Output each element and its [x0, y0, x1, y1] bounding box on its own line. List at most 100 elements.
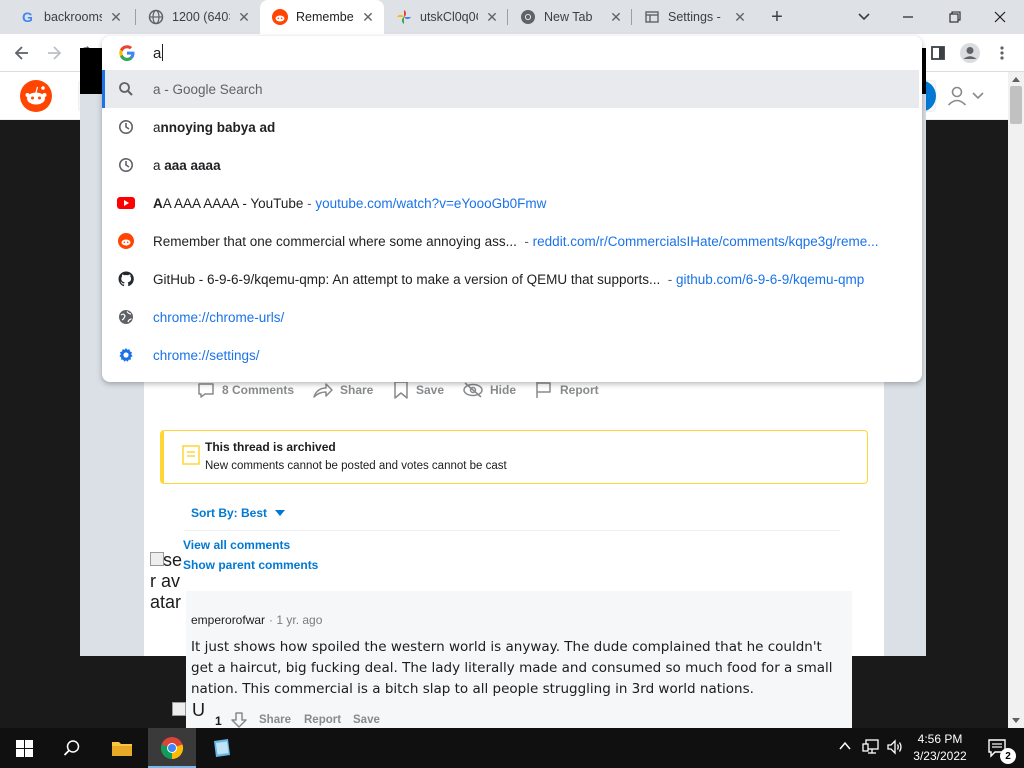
- user-dropdown[interactable]: [946, 84, 990, 108]
- chevron-down-icon: [972, 92, 984, 100]
- forward-button[interactable]: [38, 37, 70, 69]
- history-icon: [116, 117, 136, 137]
- tab-strip: G backrooms ✕ 1200 (640× ✕ Remember ✕ ut…: [0, 0, 1024, 34]
- close-tab-icon[interactable]: ✕: [608, 9, 624, 25]
- start-button[interactable]: [0, 728, 48, 768]
- comment-share-button[interactable]: Share: [259, 714, 291, 726]
- app-taskbar-button[interactable]: [198, 728, 246, 768]
- tab-image[interactable]: 1200 (640× ✕: [136, 0, 260, 34]
- suggestion-history[interactable]: annoying babya ad: [102, 108, 922, 146]
- minimize-icon: [903, 16, 913, 18]
- reddit-icon: [116, 231, 136, 251]
- omnibox-input[interactable]: a: [153, 44, 164, 62]
- side-panel-icon: [931, 46, 945, 60]
- show-parent-comments-link[interactable]: Show parent comments: [183, 558, 318, 572]
- tab-settings[interactable]: Settings - ✕: [632, 0, 756, 34]
- gear-icon: [116, 345, 136, 365]
- comment-author[interactable]: emperorofwar: [191, 613, 265, 627]
- scroll-down-arrow-icon[interactable]: [1010, 715, 1022, 725]
- hide-label: Hide: [490, 383, 517, 397]
- suggestion-text: GitHub - 6-9-6-9/kqemu-qmp: An attempt t…: [153, 271, 865, 287]
- scrollbar-thumb[interactable]: [1010, 86, 1022, 124]
- divider: [184, 530, 840, 531]
- side-panel-button[interactable]: [922, 37, 954, 69]
- minimize-button[interactable]: [896, 6, 920, 28]
- search-icon: [63, 740, 80, 756]
- reddit-logo-icon[interactable]: [20, 80, 52, 112]
- suggestion-history[interactable]: a aaa aaaa: [102, 146, 922, 184]
- sort-dropdown[interactable]: Sort By: Best: [191, 506, 286, 520]
- report-button[interactable]: Report: [534, 380, 599, 400]
- page-scrollbar[interactable]: [1008, 72, 1024, 728]
- folder-icon: [112, 742, 132, 756]
- profile-button[interactable]: [954, 37, 986, 69]
- suggestion-chrome-settings[interactable]: chrome://settings/: [102, 336, 922, 374]
- volume-button[interactable]: [886, 738, 904, 759]
- suggestion-reddit[interactable]: Remember that one commercial where some …: [102, 222, 922, 260]
- hide-button[interactable]: Hide: [462, 380, 516, 400]
- back-button[interactable]: [6, 37, 38, 69]
- menu-button[interactable]: [986, 37, 1018, 69]
- comment-save-button[interactable]: Save: [353, 714, 380, 726]
- archived-title: This thread is archived: [205, 440, 336, 454]
- close-tab-icon[interactable]: ✕: [108, 9, 124, 25]
- close-icon: [994, 11, 1006, 23]
- restore-button[interactable]: [943, 6, 967, 28]
- chrome-taskbar-button[interactable]: [148, 728, 196, 768]
- share-label: Share: [340, 383, 374, 397]
- downvote-arrow-icon: [231, 712, 247, 728]
- close-window-button[interactable]: [988, 6, 1012, 28]
- google-icon: G: [20, 9, 36, 25]
- upvote-button[interactable]: U: [172, 700, 208, 726]
- suggestion-chrome-urls[interactable]: chrome://chrome-urls/: [102, 298, 922, 336]
- suggestion-url: reddit.com/r/CommercialsIHate/comments/k…: [532, 233, 879, 249]
- suggestion-youtube[interactable]: AA AAA AAAA - YouTube - youtube.com/watc…: [102, 184, 922, 222]
- close-tab-icon[interactable]: ✕: [484, 9, 500, 25]
- suggestion-url: chrome://settings/: [153, 347, 260, 363]
- tab-photos[interactable]: utskCl0q0C ✕: [384, 0, 508, 34]
- network-icon: [862, 739, 879, 754]
- restore-icon: [949, 11, 961, 23]
- chrome-icon: [520, 9, 536, 25]
- svg-text:G: G: [22, 9, 33, 25]
- tab-title: 1200 (640×: [172, 10, 230, 24]
- clock[interactable]: 4:56 PM 3/23/2022: [910, 731, 970, 765]
- share-button[interactable]: Share: [312, 380, 373, 400]
- youtube-icon: [116, 193, 136, 213]
- tab-title: utskCl0q0C: [420, 10, 478, 24]
- file-explorer-button[interactable]: [98, 728, 146, 768]
- clock-date: 3/23/2022: [913, 749, 967, 763]
- suggestion-text: a - Google Search: [153, 81, 263, 97]
- tab-new-tab[interactable]: New Tab ✕: [508, 0, 632, 34]
- address-bar[interactable]: a: [102, 36, 922, 70]
- view-all-comments-link[interactable]: View all comments: [183, 538, 290, 552]
- save-button[interactable]: Save: [392, 380, 444, 400]
- close-tab-icon[interactable]: ✕: [360, 9, 376, 25]
- tab-search-button[interactable]: [852, 6, 876, 28]
- network-button[interactable]: [862, 738, 880, 759]
- flag-icon: [536, 382, 551, 398]
- avatar: User avatar: [150, 550, 186, 634]
- suggestion-search[interactable]: a - Google Search: [102, 70, 919, 108]
- chevron-down-icon: [858, 13, 870, 21]
- action-center-button[interactable]: 2: [978, 728, 1018, 768]
- hide-icon: [463, 382, 483, 398]
- speaker-icon: [887, 739, 902, 755]
- close-tab-icon[interactable]: ✕: [732, 9, 748, 25]
- google-icon: [118, 44, 136, 62]
- suggestion-github[interactable]: GitHub - 6-9-6-9/kqemu-qmp: An attempt t…: [102, 260, 922, 298]
- show-hidden-icons-button[interactable]: [838, 740, 852, 755]
- tab-title: backrooms: [44, 10, 102, 24]
- tab-backrooms[interactable]: G backrooms ✕: [8, 0, 132, 34]
- broken-image-icon: [150, 552, 164, 566]
- new-tab-button[interactable]: +: [764, 5, 790, 29]
- tab-title: New Tab: [544, 10, 593, 24]
- scroll-up-arrow-icon[interactable]: [1010, 74, 1022, 84]
- comments-button[interactable]: 8 Comments: [196, 380, 294, 400]
- tab-reddit-active[interactable]: Remember ✕: [260, 0, 384, 34]
- taskbar-search-button[interactable]: [48, 728, 96, 768]
- comments-count: 8 Comments: [222, 383, 295, 397]
- user-icon: [947, 86, 967, 106]
- close-tab-icon[interactable]: ✕: [236, 9, 252, 25]
- comment-report-button[interactable]: Report: [304, 714, 341, 726]
